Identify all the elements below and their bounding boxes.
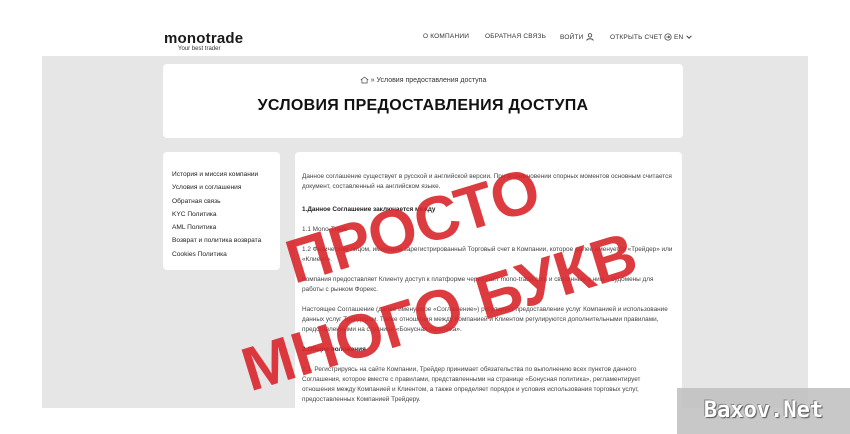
section-heading: 2.Общие положения: [302, 346, 366, 353]
nav-link-feedback[interactable]: ОБРАТНАЯ СВЯЗЬ: [485, 33, 546, 40]
site-header: monotrade Your best trader О КОМПАНИИ ОБ…: [0, 0, 850, 56]
sidebar-item-kyc[interactable]: KYC Политика: [163, 208, 280, 221]
title-card: » Условия предоставления доступа УСЛОВИЯ…: [163, 64, 683, 138]
home-icon[interactable]: [360, 76, 369, 84]
content-paragraph: 1.2 Физическим лицом, имеющим зарегистри…: [302, 246, 673, 263]
nav-login-label: ВОЙТИ: [560, 33, 584, 41]
page-title: УСЛОВИЯ ПРЕДОСТАВЛЕНИЯ ДОСТУПА: [257, 97, 589, 114]
nav-about-label: О КОМПАНИИ: [423, 33, 470, 40]
site-logo[interactable]: monotrade: [164, 30, 243, 47]
language-selector[interactable]: EN: [674, 33, 693, 41]
site-tagline: Your best trader: [178, 46, 221, 52]
arrow-circle-icon: [664, 33, 673, 41]
breadcrumb-current: Условия предоставления доступа: [376, 76, 487, 84]
content-paragraph: 2.1. Регистрируясь на сайте Компании, Тр…: [302, 366, 641, 403]
watermark-text: Baxov.Net: [703, 398, 824, 423]
sidebar-item-refund[interactable]: Возврат и политика возврата: [163, 234, 280, 247]
sidebar-item-cookies[interactable]: Cookies Политика: [163, 248, 280, 261]
content-paragraph: Данное соглашение существует в русской и…: [302, 173, 672, 190]
sidebar-menu: История и миссия компании Условия и согл…: [163, 152, 280, 270]
sidebar-item-terms[interactable]: Условия и соглашения: [163, 181, 280, 194]
content-paragraph: Компания предоставляет Клиенту доступ к …: [302, 276, 654, 293]
watermark-box: Baxov.Net: [677, 388, 850, 434]
terms-content: Данное соглашение существует в русской и…: [295, 152, 682, 434]
chevron-down-icon: [686, 35, 693, 39]
content-paragraph: Настоящее Соглашение (далее именуемое «С…: [302, 306, 668, 333]
sidebar-item-feedback[interactable]: Обратная связь: [163, 195, 280, 208]
nav-feedback-label: ОБРАТНАЯ СВЯЗЬ: [485, 33, 547, 40]
content-paragraph: 1.1 Mono-Trade: [302, 226, 348, 233]
user-icon: [585, 33, 594, 41]
sidebar-item-history[interactable]: История и миссия компании: [163, 168, 280, 181]
nav-link-about[interactable]: О КОМПАНИИ: [423, 33, 469, 40]
nav-login-button[interactable]: ВОЙТИ: [560, 33, 594, 41]
sidebar-item-aml[interactable]: AML Политика: [163, 221, 280, 234]
language-label: EN: [674, 33, 684, 41]
breadcrumb: » Условия предоставления доступа: [163, 76, 683, 84]
section-heading: 1.Данное Соглашение заключается между: [302, 206, 436, 213]
nav-open-account-label: ОТКРЫТЬ СЧЕТ: [610, 33, 663, 41]
breadcrumb-separator: »: [370, 76, 375, 84]
nav-open-account-button[interactable]: ОТКРЫТЬ СЧЕТ: [610, 33, 673, 41]
